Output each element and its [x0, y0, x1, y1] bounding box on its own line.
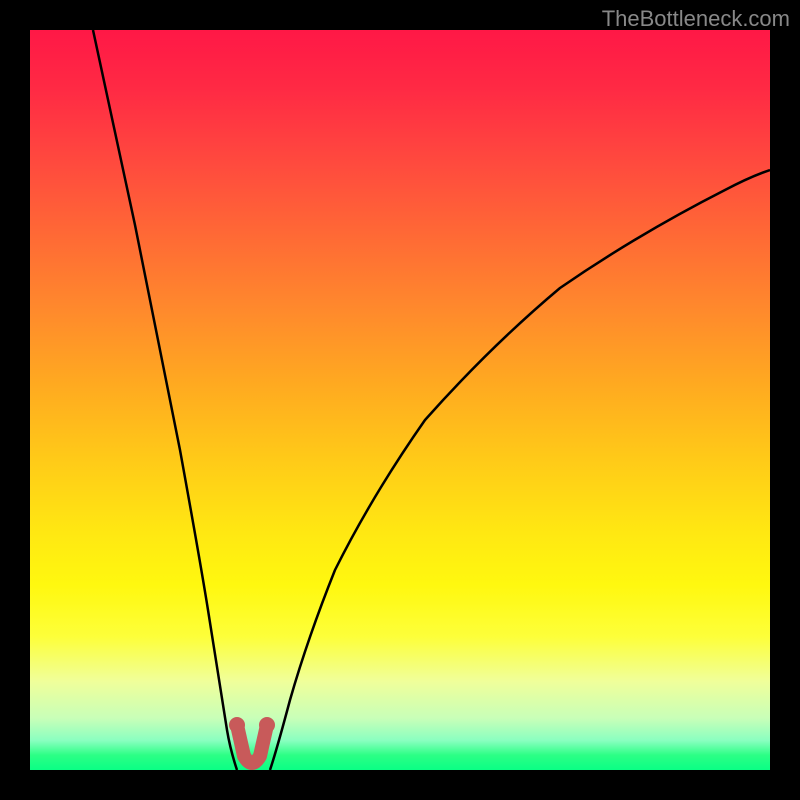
left-curve	[93, 30, 237, 770]
valley-marker	[237, 725, 267, 763]
chart-area	[30, 30, 770, 770]
right-curve	[270, 170, 770, 770]
chart-svg	[30, 30, 770, 770]
watermark-text: TheBottleneck.com	[602, 6, 790, 32]
